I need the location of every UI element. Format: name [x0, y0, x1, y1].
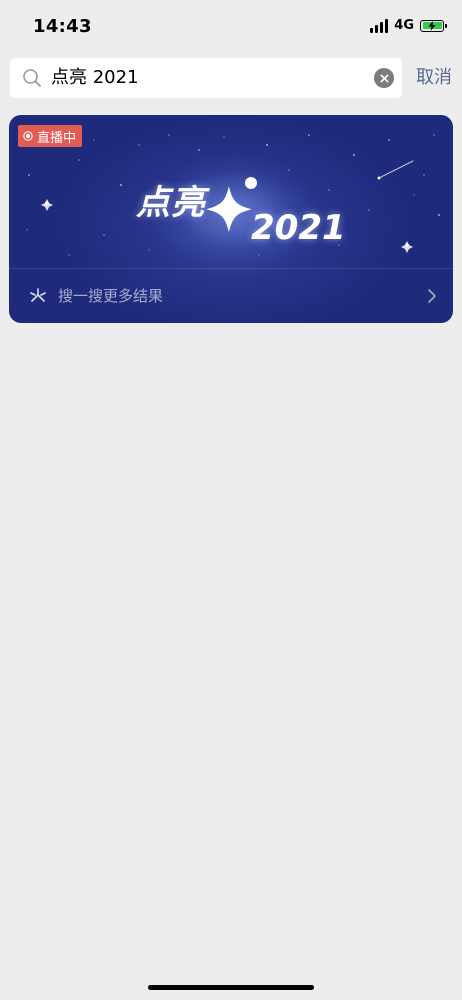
logo-year: 2021 — [251, 208, 346, 248]
search-icon — [23, 69, 41, 87]
signal-icon — [370, 18, 389, 33]
live-badge-label: 直播中 — [37, 130, 77, 146]
live-result-card[interactable]: 点亮 2021 直播中 搜一搜更多结果 — [9, 115, 453, 323]
sou-yi-sou-icon — [30, 288, 46, 302]
logo-text: 点亮 — [136, 183, 206, 223]
home-indicator[interactable] — [148, 985, 314, 990]
clear-icon[interactable] — [374, 68, 394, 88]
more-results-label: 搜一搜更多结果 — [58, 287, 164, 305]
search-row: 点亮 2021 取消 — [10, 58, 452, 98]
network-type: 4G — [394, 18, 414, 33]
live-badge: 直播中 — [18, 125, 83, 147]
status-time: 14:43 — [33, 16, 92, 37]
battery-icon — [420, 19, 447, 32]
search-box[interactable]: 点亮 2021 — [10, 58, 402, 98]
status-icons: 4G — [370, 18, 447, 33]
status-bar: 14:43 4G — [0, 0, 462, 56]
live-dot-icon — [23, 131, 33, 141]
search-input[interactable]: 点亮 2021 — [51, 58, 139, 98]
more-results-row[interactable]: 搜一搜更多结果 — [9, 269, 453, 323]
cancel-button[interactable]: 取消 — [416, 58, 452, 98]
chevron-right-icon — [428, 289, 436, 303]
charging-bolt-icon — [428, 20, 436, 31]
